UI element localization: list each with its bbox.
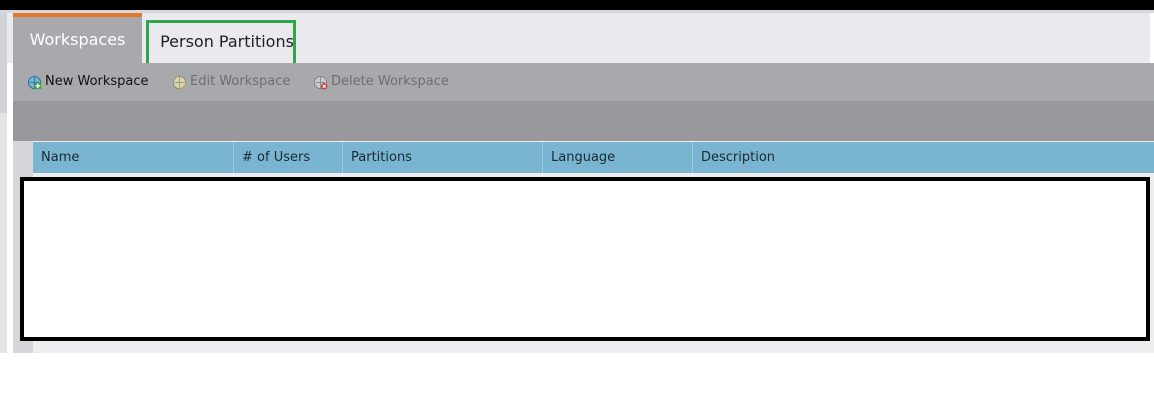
new-workspace-icon: [27, 75, 42, 89]
column-header-name[interactable]: Name: [33, 142, 234, 173]
column-header-description[interactable]: Description: [693, 142, 1154, 173]
toolbar: New Workspace Edit Workspace Delete Work…: [13, 63, 1154, 101]
edit-workspace-icon: [172, 75, 187, 89]
table-header: Name # of Users Partitions Language Desc…: [33, 142, 1154, 173]
tab-bar-edge: [1150, 13, 1154, 63]
edit-workspace-label: Edit Workspace: [190, 74, 291, 89]
tab-workspaces[interactable]: Workspaces: [13, 13, 142, 63]
left-edge-strip: [0, 13, 7, 353]
edit-workspace-button[interactable]: Edit Workspace: [172, 73, 290, 91]
tab-bar: Workspaces Person Partitions: [7, 13, 1154, 63]
delete-workspace-icon: [313, 75, 328, 90]
tab-person-partitions[interactable]: Person Partitions: [155, 22, 299, 54]
window-top-border: [0, 0, 1154, 10]
new-workspace-button[interactable]: New Workspace: [27, 73, 149, 91]
new-workspace-label: New Workspace: [45, 74, 149, 89]
table-rows-area: [20, 177, 1150, 341]
delete-workspace-label: Delete Workspace: [331, 74, 449, 89]
column-header-language[interactable]: Language: [543, 142, 693, 173]
left-edge-shade: [0, 113, 7, 353]
column-header-users[interactable]: # of Users: [234, 142, 343, 173]
column-header-partitions[interactable]: Partitions: [343, 142, 543, 173]
filter-band: [13, 101, 1154, 141]
delete-workspace-button[interactable]: Delete Workspace: [313, 73, 449, 91]
